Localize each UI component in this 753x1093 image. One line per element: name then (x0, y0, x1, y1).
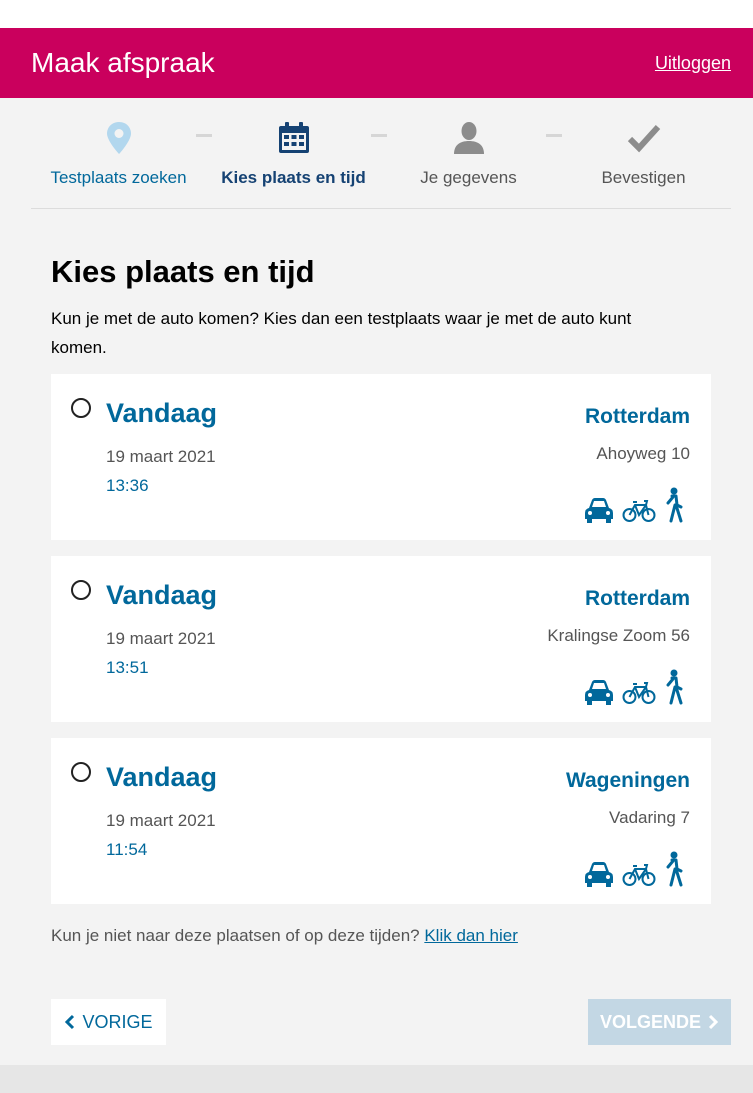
main-content: Testplaats zoeken Kies plaats en tijd Je… (0, 98, 753, 1065)
car-icon (585, 862, 613, 887)
calendar-icon (278, 122, 309, 153)
other-option-question: Kun je niet naar deze plaatsen of op dez… (51, 926, 420, 945)
step-label: Kies plaats en tijd (221, 168, 366, 187)
step-je-gegevens: Je gegevens (381, 98, 556, 209)
walking-icon (666, 851, 683, 887)
appointment-date: 19 maart 2021 (106, 811, 216, 830)
next-button[interactable]: VOLGENDE (588, 999, 731, 1045)
app-header: Maak afspraak Uitloggen (0, 28, 753, 98)
transport-options (584, 669, 684, 705)
appointment-city: Rotterdam (584, 587, 690, 610)
appointment-city: Wageningen (565, 769, 690, 792)
bicycle-icon (622, 864, 656, 886)
appointment-day: Vandaag (106, 398, 218, 428)
appointment-address: Vadaring 7 (609, 808, 690, 827)
appointment-date: 19 maart 2021 (106, 447, 216, 466)
checkmark-icon (627, 124, 660, 153)
previous-button[interactable]: VORIGE (51, 999, 166, 1045)
appointment-day: Vandaag (106, 762, 218, 792)
other-option-link[interactable]: Klik dan hier (424, 926, 518, 945)
bicycle-icon (622, 500, 656, 522)
transport-options (584, 487, 684, 523)
step-label: Je gegevens (420, 168, 517, 187)
app-title: Maak afspraak (31, 47, 215, 78)
appointment-time: 13:36 (106, 476, 149, 495)
appointment-time: 13:51 (106, 658, 149, 677)
appointment-address: Ahoyweg 10 (596, 444, 690, 463)
appointment-day: Vandaag (106, 580, 218, 610)
person-icon (453, 122, 484, 154)
chevron-right-icon (708, 1014, 719, 1030)
chevron-left-icon (65, 1014, 75, 1030)
logout-link[interactable]: Uitloggen (655, 53, 731, 74)
step-bevestigen: Bevestigen (556, 98, 731, 209)
bicycle-icon (622, 682, 656, 704)
appointment-time: 11:54 (106, 840, 148, 859)
appointment-radio[interactable] (71, 580, 91, 600)
location-pin-icon (106, 122, 131, 154)
page-title: Kies plaats en tijd (51, 254, 315, 289)
car-icon (585, 680, 613, 705)
intro-text: Kun je met de auto komen? Kies dan een t… (51, 309, 632, 357)
appointment-date: 19 maart 2021 (106, 629, 216, 648)
appointment-radio[interactable] (71, 398, 91, 418)
transport-options (584, 851, 684, 887)
footer-strip (0, 1065, 753, 1093)
progress-steps: Testplaats zoeken Kies plaats en tijd Je… (31, 98, 731, 209)
appointment-city: Rotterdam (584, 405, 690, 428)
walking-icon (666, 669, 683, 705)
step-label: Bevestigen (601, 168, 686, 187)
car-icon (585, 498, 613, 523)
other-option-text: Kun je niet naar deze plaatsen of op dez… (51, 926, 518, 946)
walking-icon (666, 487, 683, 523)
next-button-label: VOLGENDE (599, 1011, 701, 1032)
previous-button-label: VORIGE (82, 1011, 153, 1032)
step-kies-plaats-en-tijd[interactable]: Kies plaats en tijd (206, 98, 381, 209)
appointment-option[interactable]: Vandaag 19 maart 2021 11:54 Wageningen V… (51, 738, 711, 904)
appointment-radio[interactable] (71, 762, 91, 782)
appointment-option[interactable]: Vandaag 19 maart 2021 13:51 Rotterdam Kr… (51, 556, 711, 722)
appointment-option[interactable]: Vandaag 19 maart 2021 13:36 Rotterdam Ah… (51, 374, 711, 540)
appointment-address: Kralingse Zoom 56 (547, 626, 690, 645)
step-label: Testplaats zoeken (50, 168, 187, 187)
step-testplaats-zoeken[interactable]: Testplaats zoeken (31, 98, 206, 209)
